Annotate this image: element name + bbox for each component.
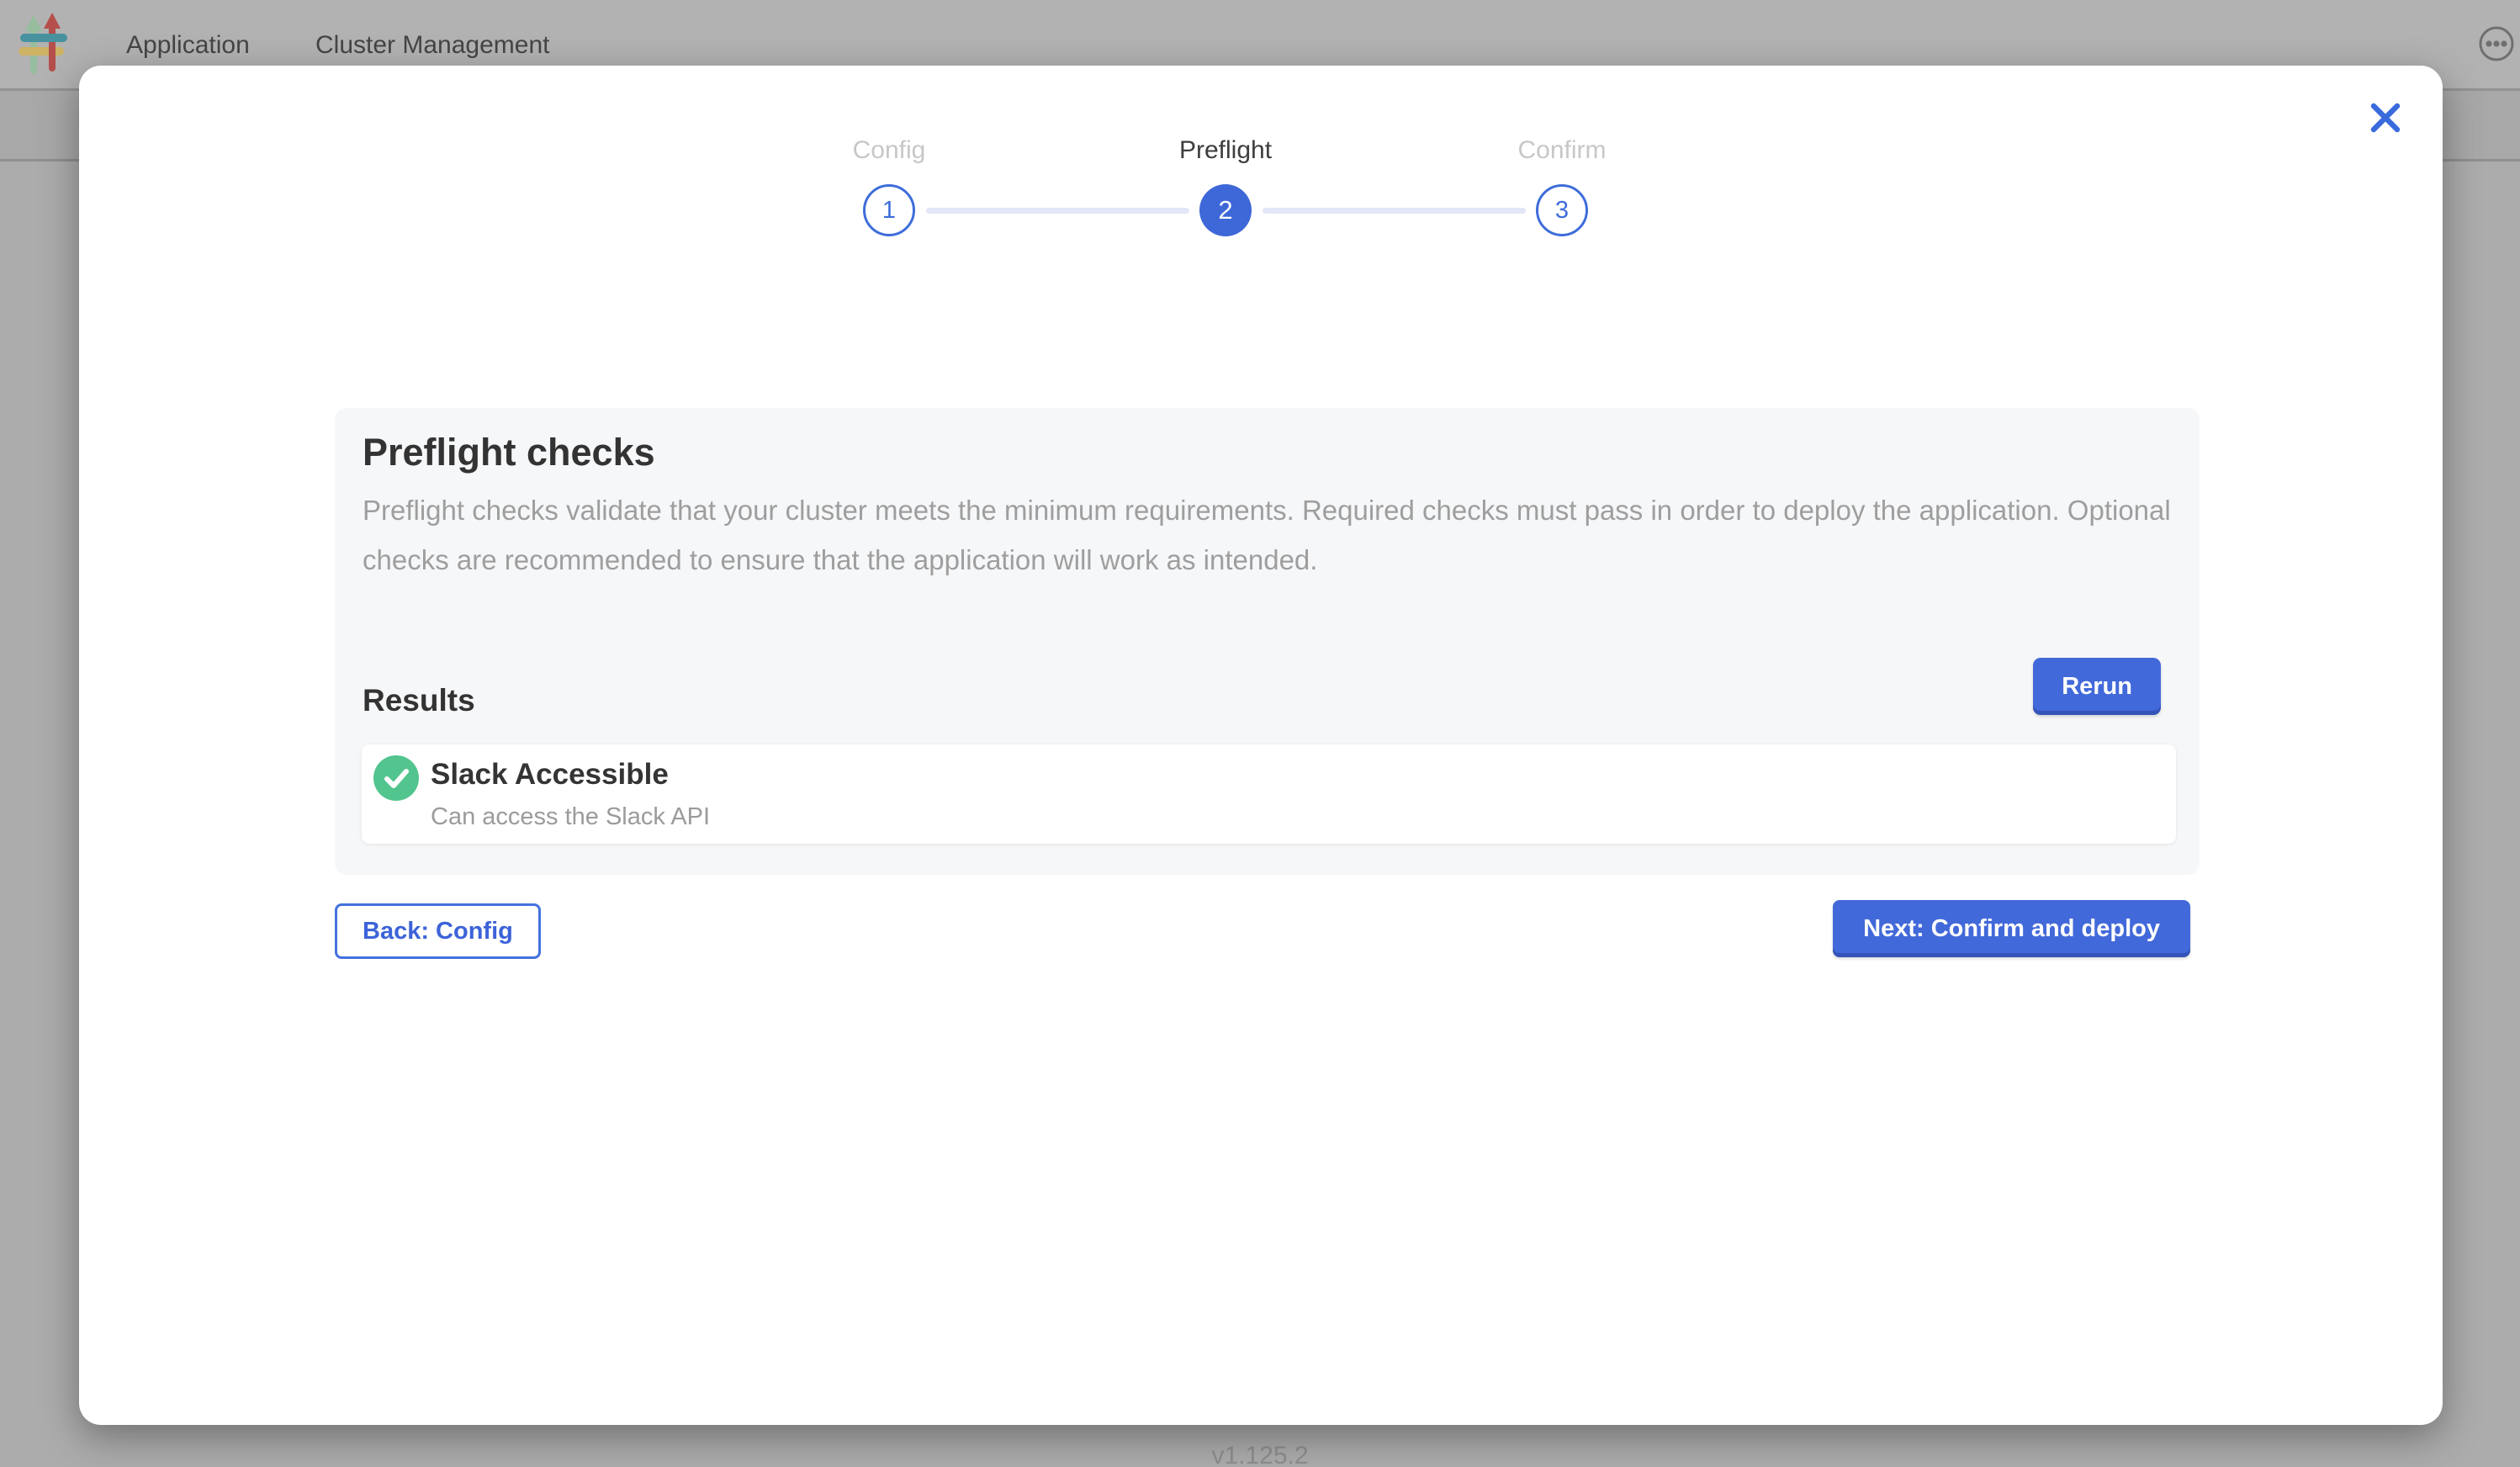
- results-heading: Results: [363, 683, 475, 718]
- check-circle-icon: [373, 755, 419, 801]
- page: Application Cluster Management v1.125.2 …: [0, 0, 2520, 1467]
- step-circle-2[interactable]: 2: [1199, 184, 1252, 236]
- rerun-button[interactable]: Rerun: [2033, 658, 2161, 715]
- step-label-config: Config: [763, 136, 1015, 165]
- app-logo-icon: [15, 12, 69, 79]
- preflight-modal: Config Preflight Confirm 1 2 3 Preflight…: [79, 66, 2443, 1425]
- overflow-menu-icon[interactable]: [2479, 26, 2514, 61]
- card-description: Preflight checks validate that your clus…: [363, 485, 2175, 585]
- card-title: Preflight checks: [363, 431, 655, 474]
- step-circle-3[interactable]: 3: [1536, 184, 1588, 236]
- result-detail: Can access the Slack API: [431, 803, 710, 831]
- next-confirm-deploy-button[interactable]: Next: Confirm and deploy: [1833, 900, 2190, 957]
- result-row: Slack Accessible Can access the Slack AP…: [362, 744, 2176, 844]
- step-label-preflight: Preflight: [1099, 136, 1352, 165]
- preflight-checks-card: Preflight checks Preflight checks valida…: [335, 408, 2200, 875]
- result-title: Slack Accessible: [431, 758, 669, 792]
- step-connector: [1263, 208, 1526, 214]
- app-version-text: v1.125.2: [0, 1442, 2520, 1467]
- close-icon[interactable]: [2365, 98, 2406, 138]
- step-label-confirm: Confirm: [1436, 136, 1688, 165]
- back-config-button[interactable]: Back: Config: [335, 903, 541, 959]
- step-circle-1[interactable]: 1: [863, 184, 915, 236]
- step-connector: [926, 208, 1189, 214]
